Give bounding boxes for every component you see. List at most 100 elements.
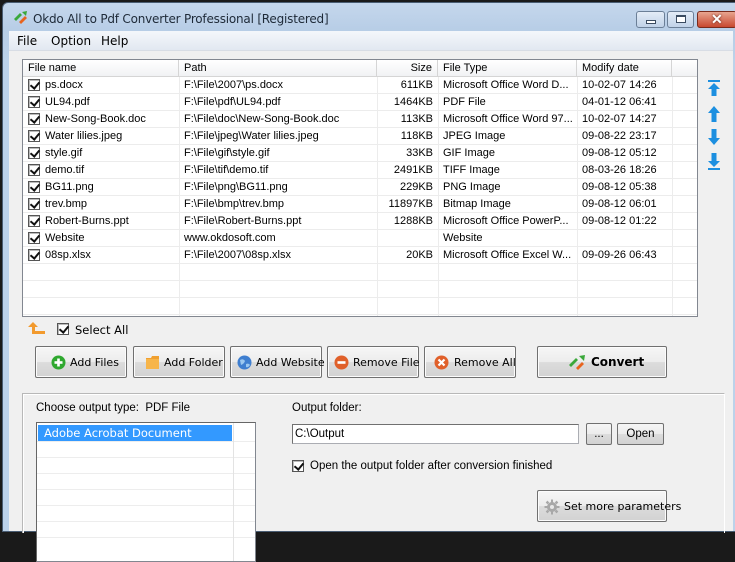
row-checkbox[interactable] (28, 181, 40, 193)
open-after-conversion-checkbox[interactable] (292, 460, 304, 472)
minimize-button[interactable] (636, 11, 665, 28)
move-to-top-icon[interactable] (706, 79, 722, 97)
column-header-size[interactable]: Size (377, 60, 438, 77)
path-cell: F:\File\tif\demo.tif (184, 164, 269, 176)
row-checkbox[interactable] (28, 215, 40, 227)
add-icon (51, 355, 66, 370)
modify-date-cell: 08-03-26 18:26 (582, 164, 657, 176)
add-folder-label: Add Folder (164, 356, 223, 369)
output-type-value: PDF File (145, 402, 191, 414)
table-row[interactable]: demo.tif F:\File\tif\demo.tif 2491KB TIFF I… (23, 162, 697, 179)
file-name-cell: Website (45, 232, 85, 244)
list-gridline (37, 537, 255, 538)
row-checkbox[interactable] (28, 198, 40, 210)
remove-file-button[interactable]: Remove File (327, 346, 420, 378)
table-row[interactable]: ps.docx F:\File\2007\ps.docx 611KB Microsof… (23, 77, 697, 94)
row-checkbox[interactable] (28, 164, 40, 176)
remove-all-label: Remove All (454, 356, 516, 369)
output-type-option-pdf[interactable]: Adobe Acrobat Document (*.pdf) (38, 425, 232, 456)
table-row[interactable]: BG11.png F:\File\png\BG11.png 229KB PNG Ima… (23, 179, 697, 196)
file-name-cell: demo.tif (45, 164, 85, 176)
column-header-file-type[interactable]: File Type (438, 60, 577, 77)
remove-file-label: Remove File (353, 356, 420, 369)
empty-row (23, 298, 697, 315)
list-gridline (37, 505, 255, 506)
modify-date-cell: 09-09-26 06:43 (582, 249, 657, 261)
row-checkbox[interactable] (28, 113, 40, 125)
file-list-header: File name Path Size File Type Modify dat… (23, 60, 697, 77)
browse-button[interactable]: ... (586, 423, 612, 445)
open-folder-button[interactable]: Open (617, 423, 664, 445)
row-checkbox[interactable] (28, 96, 40, 108)
file-name-cell: Robert-Burns.ppt (45, 215, 129, 227)
client-area: File Option Help File name Path Size Fil… (9, 31, 733, 562)
size-cell: 611KB (400, 79, 433, 91)
column-header-path[interactable]: Path (179, 60, 377, 77)
set-more-parameters-button[interactable]: Set more parameters (537, 490, 681, 522)
add-files-button[interactable]: Add Files (35, 346, 127, 378)
file-list[interactable]: File name Path Size File Type Modify dat… (22, 59, 698, 317)
remove-all-icon (434, 355, 449, 370)
column-header-filler (672, 60, 699, 77)
app-window: Okdo All to Pdf Converter Professional [… (2, 2, 735, 562)
title-bar[interactable]: Okdo All to Pdf Converter Professional [… (3, 3, 735, 31)
up-level-icon[interactable] (28, 321, 46, 335)
window-title: Okdo All to Pdf Converter Professional [… (33, 12, 329, 26)
table-row[interactable]: Robert-Burns.ppt F:\File\Robert-Burns.ppt… (23, 213, 697, 230)
move-to-bottom-icon[interactable] (706, 153, 722, 171)
path-cell: F:\File\doc\New-Song-Book.doc (184, 113, 340, 125)
list-gridline (37, 489, 255, 490)
table-row[interactable]: Water lilies.jpeg F:\File\jpeg\Water lili… (23, 128, 697, 145)
add-folder-button[interactable]: Add Folder (133, 346, 225, 378)
list-gridline (37, 473, 255, 474)
file-type-cell: PNG Image (443, 181, 501, 193)
row-checkbox[interactable] (28, 147, 40, 159)
table-row[interactable]: Website www.okdosoft.com Website (23, 230, 697, 247)
row-checkbox[interactable] (28, 232, 40, 244)
column-header-modify-date[interactable]: Modify date (577, 60, 672, 77)
select-all-checkbox[interactable] (57, 323, 69, 335)
select-all-label: Select All (75, 323, 129, 337)
globe-icon (237, 355, 252, 370)
file-type-cell: Bitmap Image (443, 198, 511, 210)
file-type-cell: Website (443, 232, 483, 244)
output-type-list[interactable]: Adobe Acrobat Document (*.pdf) (36, 422, 256, 562)
row-checkbox[interactable] (28, 79, 40, 91)
list-column-divider (233, 423, 234, 561)
move-up-icon[interactable] (706, 105, 722, 123)
menu-help[interactable]: Help (101, 34, 128, 48)
convert-button[interactable]: Convert (537, 346, 667, 378)
path-cell: F:\File\2007\08sp.xlsx (184, 249, 291, 261)
file-name-cell: trev.bmp (45, 198, 87, 210)
close-button[interactable]: ✕ (697, 11, 735, 28)
move-down-icon[interactable] (706, 128, 722, 146)
path-cell: www.okdosoft.com (184, 232, 276, 244)
path-cell: F:\File\2007\ps.docx (184, 79, 284, 91)
maximize-icon (676, 15, 686, 23)
table-row[interactable]: New-Song-Book.doc F:\File\doc\New-Song-Bo… (23, 111, 697, 128)
remove-icon (334, 355, 349, 370)
table-row[interactable]: UL94.pdf F:\File\pdf\UL94.pdf 1464KB PDF Fi… (23, 94, 697, 111)
table-row[interactable]: 08sp.xlsx F:\File\2007\08sp.xlsx 20KB Micro… (23, 247, 697, 264)
output-folder-input[interactable]: C:\Output (292, 424, 579, 444)
menu-file[interactable]: File (17, 34, 37, 48)
column-header-file-name[interactable]: File name (23, 60, 179, 77)
list-gridline (37, 457, 255, 458)
row-checkbox[interactable] (28, 249, 40, 261)
output-type-caption: Choose output type: (36, 402, 139, 414)
size-cell: 1464KB (393, 96, 433, 108)
remove-all-button[interactable]: Remove All (424, 346, 516, 378)
add-files-label: Add Files (70, 356, 119, 369)
modify-date-cell: 09-08-12 05:12 (582, 147, 657, 159)
file-type-cell: GIF Image (443, 147, 495, 159)
open-after-conversion-label: Open the output folder after conversion … (310, 460, 553, 472)
size-cell: 1288KB (393, 215, 433, 227)
menu-option[interactable]: Option (51, 34, 91, 48)
table-row[interactable]: style.gif F:\File\gif\style.gif 33KB GIF Im… (23, 145, 697, 162)
path-cell: F:\File\gif\style.gif (184, 147, 270, 159)
row-checkbox[interactable] (28, 130, 40, 142)
maximize-button[interactable] (667, 11, 694, 28)
table-row[interactable]: trev.bmp F:\File\bmp\trev.bmp 11897KB Bitma… (23, 196, 697, 213)
add-website-button[interactable]: Add Website (230, 346, 325, 378)
file-type-cell: Microsoft Office Word D... (443, 79, 569, 91)
